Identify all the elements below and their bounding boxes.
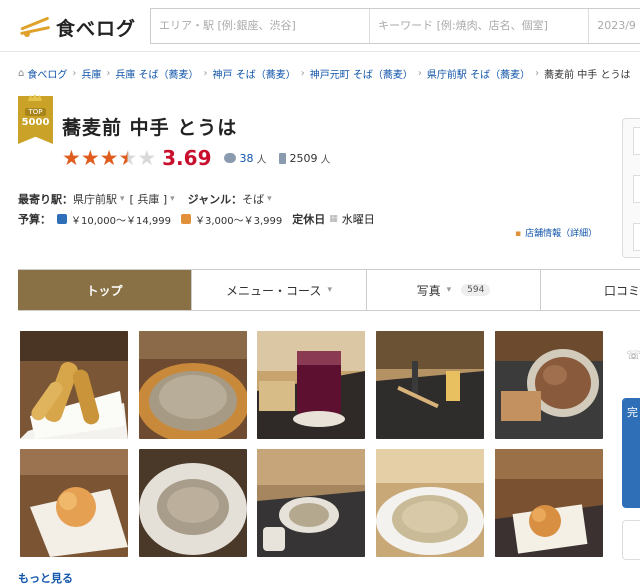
rating-row: ★ ★ ★ ★ ★ 3.69 38 人 2509 人 [62,146,343,170]
more-photos-link[interactable]: もっと見る [18,570,73,586]
shop-detail-link[interactable]: ▪ 店舗情報（詳細） [515,226,597,239]
review-bubble-icon [223,153,236,163]
breadcrumb-item[interactable]: 兵庫 そば（蕎麦） [115,66,198,81]
breadcrumb-item[interactable]: 食べログ [27,66,67,81]
breadcrumb-item[interactable]: 県庁前駅 そば（蕎麦） [427,66,530,81]
photo-soba-plate[interactable] [139,449,247,557]
breadcrumb-current: 蕎麦前 中手 とうは [544,70,631,81]
bookmark-icon [278,152,286,164]
action-button[interactable] [633,127,640,155]
station-value[interactable]: 県庁前駅 [73,191,117,207]
tab-photos[interactable]: 写真 ▾ 594 [367,270,541,310]
tab-label: トップ [86,283,123,298]
save-count: 2509 [289,151,318,165]
closed-value: 水曜日 [341,213,375,226]
breadcrumb-separator: › [203,68,208,79]
photo-tempura[interactable] [20,331,128,439]
tab-label: 写真 [416,283,441,298]
save-unit: 人 [320,154,331,166]
tab-label: 口コミ [603,283,640,298]
action-button[interactable] [633,175,640,203]
dinner-price: ￥10,000～￥14,999 [71,215,171,227]
chevron-down-icon: ▾ [327,285,332,295]
chevron-down-icon: ▾ [120,194,125,204]
chevron-down-icon: ▾ [170,194,175,204]
rating-score: 3.69 [162,146,212,170]
rating-stars: ★ ★ ★ ★ ★ [62,147,156,169]
shop-name: 蕎麦前 中手 とうは [62,117,238,139]
photo-tempura-plate[interactable] [20,449,128,557]
breadcrumb-item[interactable]: 兵庫 [81,66,101,81]
breadcrumb-separator: › [417,68,422,79]
breadcrumb-separator: › [106,68,111,79]
dinner-icon [57,214,67,224]
chevron-down-icon: ▾ [267,194,272,204]
budget-row: 予算： ￥10,000～￥14,999 ￥3,000～￥3,999 定休日 ▦ … [18,211,375,227]
breadcrumb-item[interactable]: 神戸 そば（蕎麦） [213,66,296,81]
top5000-badge: TOP 5000 [18,94,53,148]
review-unit: 人 [256,154,267,166]
photo-soba-closeup[interactable] [376,449,484,557]
area-search-input[interactable]: エリア・駅 [例:銀座、渋谷] [151,9,371,43]
info-icon: ▪ [515,229,522,239]
tabelog-logo[interactable]: 食べログ [18,14,136,41]
photo-drink[interactable] [257,331,365,439]
breadcrumb-separator: › [535,68,540,79]
crown-icon [28,94,42,101]
budget-label: 予算： [18,213,51,226]
calendar-icon: ▦ [329,214,338,224]
home-icon: ⌂ [18,68,25,79]
breadcrumb-separator: › [72,68,77,79]
tab-menu[interactable]: メニュー・コース ▾ [192,270,367,310]
station-label: 最寄り駅： [18,193,73,206]
photo-count-badge: 594 [461,284,491,296]
breadcrumb: ⌂ 食べログ › 兵庫 › 兵庫 そば（蕎麦） › 神戸 そば（蕎麦） › 神戸… [18,66,630,81]
reservation-panel[interactable]: 完 [622,398,640,508]
star-icon: ★ [80,146,100,170]
lunch-icon [180,214,191,224]
star-icon: ★ [62,146,81,170]
site-header: 食べログ エリア・駅 [例:銀座、渋谷] キーワード [例:焼肉、店名、個室] … [0,0,640,52]
keyword-search-input[interactable]: キーワード [例:焼肉、店名、個室] [370,9,590,43]
badge-number: 5000 [21,117,50,128]
chevron-down-icon: ▾ [446,285,452,295]
star-icon: ★ [99,146,119,170]
logo-text: 食べログ [56,18,137,40]
breadcrumb-separator: › [300,68,305,79]
phone-icon[interactable]: ☏ [626,348,640,362]
star-half-icon: ★ [118,146,138,170]
lunch-price: ￥3,000～￥3,999 [194,215,283,227]
photo-kakiage[interactable] [495,449,603,557]
closed-label: 定休日 [292,213,326,226]
tab-label: メニュー・コース [226,283,322,298]
photo-zaru-soba[interactable] [139,331,247,439]
genre-label: ジャンル： [187,193,243,206]
chopsticks-logo-icon [20,16,50,37]
shop-detail-link-label: 店舗情報（詳細） [525,229,598,239]
search-bar: エリア・駅 [例:銀座、渋谷] キーワード [例:焼肉、店名、個室] 2023/… [150,8,640,44]
badge-top-label: TOP [25,108,46,116]
photo-counter[interactable] [376,331,484,439]
side-widget[interactable] [622,520,640,560]
action-panel [622,118,640,258]
genre-value[interactable]: そば [242,191,264,207]
photo-appetizer[interactable] [495,331,603,439]
date-input[interactable]: 2023/9 [589,9,640,43]
action-button[interactable] [633,223,640,251]
breadcrumb-item[interactable]: 神戸元町 そば（蕎麦） [310,66,413,81]
photo-table-set[interactable] [257,449,365,557]
review-count[interactable]: 38 [240,152,254,165]
tab-top[interactable]: トップ [18,270,192,310]
reservation-panel-text: 完 [627,406,638,419]
star-empty-icon: ★ [137,146,157,170]
station-genre-row: 最寄り駅： 県庁前駅 ▾ [ 兵庫 ] ▾ ジャンル： そば ▾ [18,191,275,207]
pref-value[interactable]: [ 兵庫 ] [130,191,168,207]
shop-tabs: トップ メニュー・コース ▾ 写真 ▾ 594 口コミ [18,269,640,311]
tab-reviews[interactable]: 口コミ [541,270,640,310]
